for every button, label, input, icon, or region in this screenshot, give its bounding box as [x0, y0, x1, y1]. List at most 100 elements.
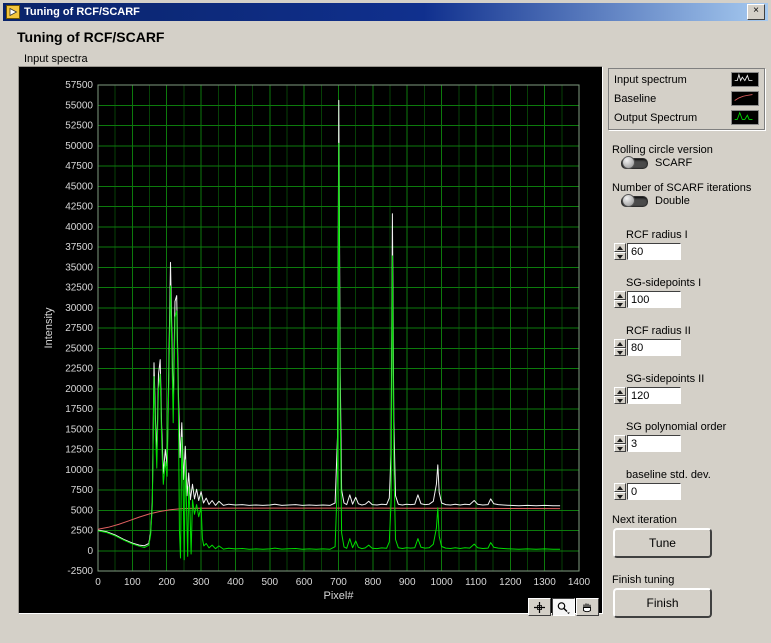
sg-sidepoints-2-label: SG-sidepoints II	[626, 373, 705, 385]
cursor-tool-button[interactable]	[528, 598, 551, 616]
svg-text:27500: 27500	[65, 323, 93, 334]
svg-text:Pixel#: Pixel#	[324, 590, 355, 602]
rcf-radius-1-label: RCF radius I	[626, 229, 688, 241]
svg-text:700: 700	[330, 577, 347, 588]
svg-text:300: 300	[193, 577, 210, 588]
increment-button[interactable]	[614, 387, 626, 396]
svg-text:600: 600	[296, 577, 313, 588]
scarf-iterations-row: Double	[621, 193, 690, 207]
finish-tuning-label: Finish tuning	[612, 574, 675, 586]
scarf-iterations-switch[interactable]	[621, 193, 648, 207]
sg-sidepoints-1-field[interactable]	[627, 291, 681, 308]
svg-text:52500: 52500	[65, 121, 93, 132]
svg-text:2500: 2500	[71, 526, 94, 537]
svg-text:-2500: -2500	[67, 566, 93, 577]
svg-text:1100: 1100	[465, 577, 487, 588]
sg-polynomial-order-control: SG polynomial order	[612, 421, 762, 452]
sg-sidepoints-2-field[interactable]	[627, 387, 681, 404]
decrement-button[interactable]	[614, 491, 626, 500]
svg-text:37500: 37500	[65, 242, 93, 253]
svg-text:1300: 1300	[534, 577, 557, 588]
increment-button[interactable]	[614, 291, 626, 300]
svg-text:22500: 22500	[65, 364, 93, 375]
hand-icon	[583, 603, 591, 612]
decrement-button[interactable]	[614, 395, 626, 404]
app-window: Tuning of RCF/SCARF × Tuning of RCF/SCAR…	[0, 0, 771, 643]
legend-label: Output Spectrum	[614, 111, 698, 124]
rcf-radius-1-field[interactable]	[627, 243, 681, 260]
increment-button[interactable]	[614, 435, 626, 444]
svg-text:50000: 50000	[65, 141, 93, 152]
svg-text:900: 900	[399, 577, 416, 588]
crosshair-icon	[534, 601, 545, 613]
legend-item-baseline[interactable]: Baseline	[609, 89, 764, 108]
scarf-iterations-label: Number of SCARF iterations	[612, 182, 752, 194]
svg-text:100: 100	[124, 577, 141, 588]
spinner	[614, 243, 626, 260]
switch-knob-icon	[622, 193, 635, 207]
svg-text:800: 800	[365, 577, 382, 588]
switch-knob-icon	[622, 155, 635, 169]
spinner	[614, 387, 626, 404]
legend-item-output-spectrum[interactable]: Output Spectrum	[609, 108, 764, 127]
rcf-radius-2-field[interactable]	[627, 339, 681, 356]
zoom-tool-button[interactable]	[552, 598, 575, 616]
decrement-button[interactable]	[614, 347, 626, 356]
svg-text:200: 200	[158, 577, 175, 588]
svg-text:400: 400	[227, 577, 244, 588]
spinner	[614, 291, 626, 308]
rolling-circle-switch[interactable]	[621, 155, 648, 169]
svg-text:12500: 12500	[65, 445, 93, 456]
increment-button[interactable]	[614, 483, 626, 492]
sg-sidepoints-1-label: SG-sidepoints I	[626, 277, 702, 289]
legend-item-input-spectrum[interactable]: Input spectrum	[609, 70, 764, 89]
svg-text:17500: 17500	[65, 404, 93, 415]
close-icon: ×	[753, 5, 759, 16]
svg-text:1000: 1000	[430, 577, 453, 588]
svg-text:1400: 1400	[568, 577, 591, 588]
svg-text:7500: 7500	[71, 485, 94, 496]
rcf-radius-2-control: RCF radius II	[612, 325, 762, 356]
baseline-stddev-field[interactable]	[627, 483, 681, 500]
titlebar: Tuning of RCF/SCARF ×	[3, 3, 768, 21]
chart-frame: 57500 55000 52500 50000 47500 45000 42500 40000…	[18, 66, 603, 614]
increment-button[interactable]	[614, 243, 626, 252]
svg-text:20000: 20000	[65, 384, 93, 395]
scarf-iterations-value: Double	[655, 195, 690, 207]
increment-button[interactable]	[614, 339, 626, 348]
svg-text:0: 0	[95, 577, 101, 588]
baseline-waveform-icon	[731, 91, 759, 106]
sg-sidepoints-1-control: SG-sidepoints I	[612, 277, 762, 308]
rcf-radius-1-control: RCF radius I	[612, 229, 762, 260]
svg-text:Intensity: Intensity	[43, 307, 55, 348]
decrement-button[interactable]	[614, 251, 626, 260]
rolling-circle-value: SCARF	[655, 157, 693, 169]
rcf-radius-2-label: RCF radius II	[626, 325, 691, 337]
output-spectrum-waveform-icon	[731, 110, 759, 125]
sg-polynomial-order-label: SG polynomial order	[626, 421, 727, 433]
sg-polynomial-order-field[interactable]	[627, 435, 681, 452]
svg-text:32500: 32500	[65, 283, 93, 294]
chart-caption: Input spectra	[24, 53, 88, 65]
spectra-chart[interactable]: 5750055000525005000047500450004250040000…	[19, 67, 602, 613]
sg-sidepoints-2-control: SG-sidepoints II	[612, 373, 762, 404]
svg-text:0: 0	[87, 546, 93, 557]
decrement-button[interactable]	[614, 299, 626, 308]
spinner	[614, 435, 626, 452]
svg-text:15000: 15000	[65, 424, 93, 435]
svg-text:42500: 42500	[65, 202, 93, 213]
finish-button[interactable]: Finish	[613, 588, 712, 618]
spinner	[614, 339, 626, 356]
svg-text:47500: 47500	[65, 161, 93, 172]
tune-button[interactable]: Tune	[613, 528, 712, 558]
graph-palette	[527, 598, 599, 616]
svg-text:45000: 45000	[65, 181, 93, 192]
svg-text:30000: 30000	[65, 303, 93, 314]
rolling-circle-label: Rolling circle version	[612, 144, 713, 156]
close-button[interactable]: ×	[747, 4, 765, 20]
svg-text:55000: 55000	[65, 100, 93, 111]
svg-text:5000: 5000	[71, 505, 94, 516]
labview-icon	[6, 5, 20, 19]
pan-tool-button[interactable]	[576, 598, 599, 616]
decrement-button[interactable]	[614, 443, 626, 452]
